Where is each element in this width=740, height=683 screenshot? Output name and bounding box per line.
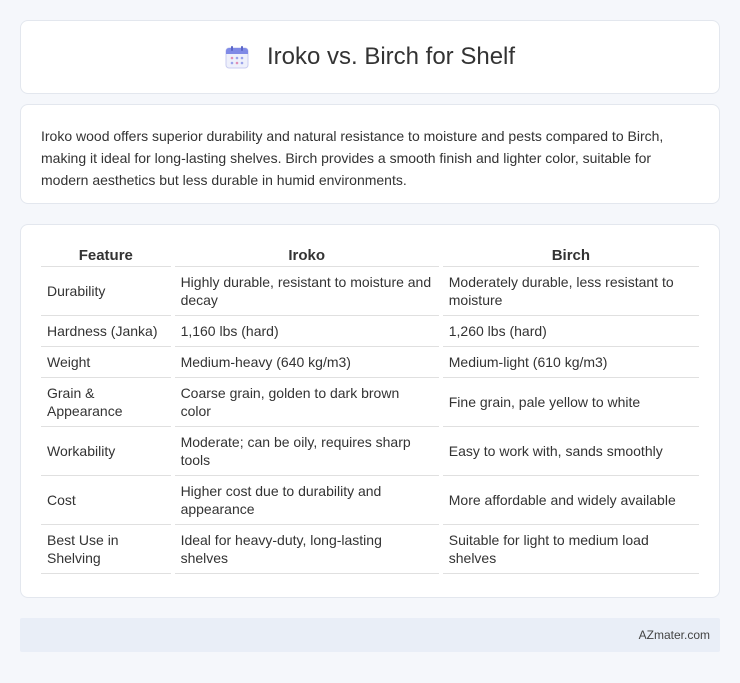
description-text: Iroko wood offers superior durability an… bbox=[41, 128, 664, 188]
table-header-row: Feature Iroko Birch bbox=[41, 247, 699, 267]
feature-cell: Durability bbox=[41, 267, 171, 316]
feature-cell: Workability bbox=[41, 427, 171, 476]
birch-cell: Easy to work with, sands smoothly bbox=[442, 427, 699, 476]
iroko-cell: 1,160 lbs (hard) bbox=[174, 316, 439, 347]
iroko-cell: Highly durable, resistant to moisture an… bbox=[174, 267, 439, 316]
birch-cell: Medium-light (610 kg/m3) bbox=[442, 347, 699, 378]
comparison-card: Feature Iroko Birch Durability Highly du… bbox=[20, 224, 720, 598]
iroko-cell: Coarse grain, golden to dark brown color bbox=[174, 378, 439, 427]
feature-cell: Grain & Appearance bbox=[41, 378, 171, 427]
table-row: Cost Higher cost due to durability and a… bbox=[41, 476, 699, 525]
feature-cell: Best Use in Shelving bbox=[41, 525, 171, 574]
iroko-cell: Ideal for heavy-duty, long-lasting shelv… bbox=[174, 525, 439, 574]
page-title: Iroko vs. Birch for Shelf bbox=[266, 43, 516, 70]
birch-cell: Moderately durable, less resistant to mo… bbox=[442, 267, 699, 316]
birch-cell: 1,260 lbs (hard) bbox=[442, 316, 699, 347]
title-card: Iroko vs. Birch for Shelf bbox=[20, 20, 720, 94]
table-row: Best Use in Shelving Ideal for heavy-dut… bbox=[41, 525, 699, 574]
birch-cell: More affordable and widely available bbox=[442, 476, 699, 525]
iroko-cell: Medium-heavy (640 kg/m3) bbox=[174, 347, 439, 378]
table-row: Durability Highly durable, resistant to … bbox=[41, 267, 699, 316]
title-wrap: Iroko vs. Birch for Shelf bbox=[225, 43, 515, 71]
birch-cell: Suitable for light to medium load shelve… bbox=[442, 525, 699, 574]
header-birch: Birch bbox=[442, 247, 699, 267]
description-card: Iroko wood offers superior durability an… bbox=[20, 104, 720, 204]
header-iroko: Iroko bbox=[174, 247, 439, 267]
feature-cell: Hardness (Janka) bbox=[41, 316, 171, 347]
birch-cell: Fine grain, pale yellow to white bbox=[442, 378, 699, 427]
table-row: Weight Medium-heavy (640 kg/m3) Medium-l… bbox=[41, 347, 699, 378]
iroko-cell: Moderate; can be oily, requires sharp to… bbox=[174, 427, 439, 476]
table-row: Hardness (Janka) 1,160 lbs (hard) 1,260 … bbox=[41, 316, 699, 347]
table-row: Workability Moderate; can be oily, requi… bbox=[41, 427, 699, 476]
iroko-cell: Higher cost due to durability and appear… bbox=[174, 476, 439, 525]
footer-bar: AZmater.com bbox=[20, 618, 720, 652]
comparison-table: Feature Iroko Birch Durability Highly du… bbox=[37, 247, 703, 574]
table-row: Grain & Appearance Coarse grain, golden … bbox=[41, 378, 699, 427]
feature-cell: Weight bbox=[41, 347, 171, 378]
calendar-icon bbox=[225, 45, 249, 69]
footer-brand[interactable]: AZmater.com bbox=[639, 628, 710, 642]
feature-cell: Cost bbox=[41, 476, 171, 525]
header-feature: Feature bbox=[41, 247, 171, 267]
